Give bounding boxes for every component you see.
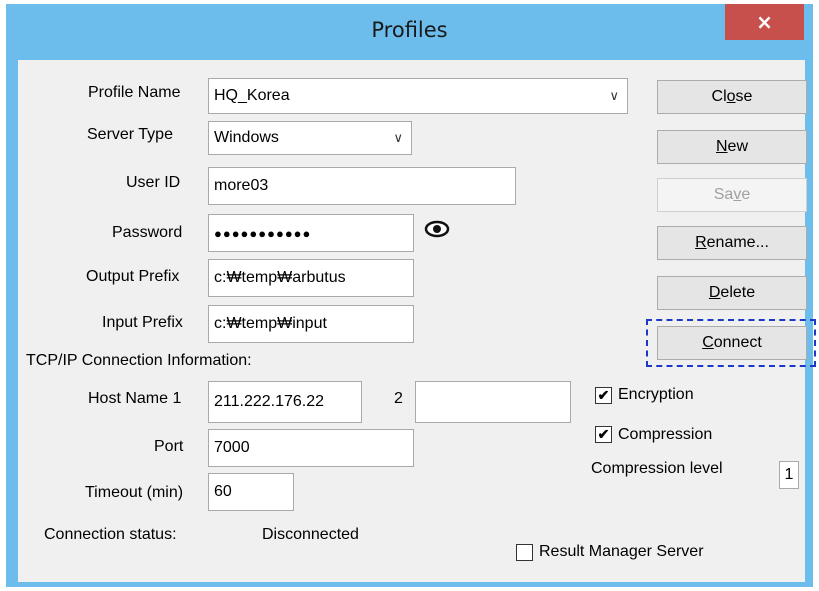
rename-button-label-rest: ename... (706, 234, 769, 251)
input-prefix-label: Input Prefix (102, 314, 183, 331)
close-button-label-rest: se (735, 88, 753, 105)
host-name-1-label: Host Name 1 (88, 390, 182, 407)
tcp-section-heading: TCP/IP Connection Information: (26, 352, 252, 369)
host-name-2-field[interactable] (415, 381, 571, 423)
close-icon: × (756, 10, 773, 34)
compression-label[interactable]: Compression (618, 426, 712, 444)
port-label: Port (154, 438, 184, 455)
host-name-1-value: 211.222.176.22 (214, 393, 325, 410)
close-button[interactable]: Cl o se (657, 80, 807, 114)
host-name-2-label: 2 (394, 390, 403, 407)
window-close-button[interactable]: × (725, 4, 804, 40)
delete-button-label-rest: elete (720, 284, 756, 301)
output-prefix-field[interactable]: c:₩temp₩arbutus (208, 259, 414, 297)
new-button-label-rest: ew (727, 138, 748, 155)
profiles-dialog: Profiles × Profile Name HQ_Korea ∨ Serve… (6, 4, 816, 587)
new-button[interactable]: New (657, 130, 807, 164)
encryption-checkbox[interactable]: ✔ (595, 387, 612, 404)
result-manager-label[interactable]: Result Manager Server (539, 543, 704, 561)
title-bar[interactable]: Profiles × (6, 4, 813, 60)
connect-button-mnemonic: C (702, 334, 714, 351)
delete-button-mnemonic: D (708, 284, 721, 301)
timeout-label: Timeout (min) (85, 484, 184, 501)
save-button-mnemonic: v (733, 186, 742, 203)
result-manager-checkbox[interactable] (516, 544, 533, 561)
user-id-label: User ID (126, 174, 181, 191)
eye-icon[interactable] (423, 215, 451, 243)
profile-name-value: HQ_Korea (214, 87, 290, 104)
user-id-value: more03 (214, 177, 269, 194)
close-button-label: Cl (711, 88, 727, 105)
password-label: Password (112, 224, 183, 241)
new-button-mnemonic: N (715, 138, 728, 155)
delete-button[interactable]: Delete (657, 276, 807, 310)
connect-button[interactable]: Connect (657, 326, 807, 360)
chevron-down-icon: ∨ (609, 88, 619, 103)
server-type-combo[interactable]: Windows ∨ (208, 121, 412, 155)
save-button-label: Sa (713, 186, 734, 203)
user-id-field[interactable]: more03 (208, 167, 516, 205)
compression-level-value: 1 (784, 466, 794, 483)
connect-button-label-rest: onnect (713, 334, 762, 351)
timeout-field[interactable]: 60 (208, 473, 294, 511)
port-value: 7000 (214, 439, 250, 456)
compression-level-field[interactable]: 1 (779, 461, 799, 489)
host-name-1-field[interactable]: 211.222.176.22 (208, 381, 362, 423)
connection-status-label: Connection status: (44, 526, 177, 543)
input-prefix-field[interactable]: c:₩temp₩input (208, 305, 414, 343)
output-prefix-value: c:₩temp₩arbutus (214, 269, 346, 286)
compression-level-label: Compression level (591, 460, 723, 477)
password-value: ●●●●●●●●●●● (214, 225, 312, 241)
profile-name-combo[interactable]: HQ_Korea ∨ (208, 78, 628, 114)
save-button-label-rest: e (741, 186, 751, 203)
rename-button[interactable]: Rename... (657, 226, 807, 260)
server-type-value: Windows (214, 129, 279, 146)
connection-status-value: Disconnected (262, 526, 359, 543)
save-button[interactable]: Sa v e (657, 178, 807, 212)
dialog-body: Profile Name HQ_Korea ∨ Server Type Wind… (18, 60, 816, 582)
password-field[interactable]: ●●●●●●●●●●● (208, 214, 414, 252)
encryption-label[interactable]: Encryption (618, 386, 694, 404)
port-field[interactable]: 7000 (208, 429, 414, 467)
profile-name-label: Profile Name (88, 84, 181, 101)
close-button-mnemonic: o (726, 88, 736, 105)
rename-button-mnemonic: R (695, 234, 707, 251)
server-type-label: Server Type (87, 126, 173, 143)
chevron-down-icon: ∨ (393, 130, 403, 145)
output-prefix-label: Output Prefix (86, 268, 180, 285)
timeout-value: 60 (214, 483, 232, 500)
input-prefix-value: c:₩temp₩input (214, 315, 327, 332)
compression-checkbox[interactable]: ✔ (595, 426, 612, 443)
window-title: Profiles (371, 18, 448, 42)
